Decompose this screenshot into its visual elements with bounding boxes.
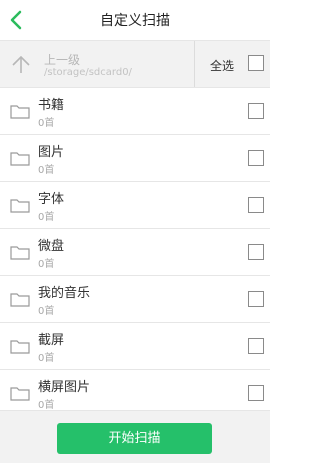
parent-label: 上一级	[44, 53, 81, 67]
arrow-up-icon	[12, 55, 30, 73]
custom-scan-screen: 自定义扫描 上一级 /storage/sdcard0/ 全选 书籍 0首 图片 …	[0, 0, 270, 463]
folder-count: 0首	[38, 118, 55, 129]
folder-icon	[10, 246, 30, 260]
folder-checkbox[interactable]	[248, 338, 264, 354]
folder-count: 0首	[38, 212, 55, 223]
folder-icon	[10, 105, 30, 119]
folder-icon	[10, 293, 30, 307]
folder-name: 字体	[38, 192, 65, 207]
folder-icon	[10, 387, 30, 401]
folder-row[interactable]: 微盘 0首	[0, 229, 270, 276]
parent-directory-row: 上一级 /storage/sdcard0/ 全选	[0, 40, 270, 88]
header-bar: 自定义扫描	[0, 0, 270, 40]
folder-checkbox[interactable]	[248, 385, 264, 401]
folder-row[interactable]: 截屏 0首	[0, 323, 270, 370]
folder-count: 0首	[38, 259, 55, 270]
start-scan-button[interactable]: 开始扫描	[57, 423, 212, 454]
folder-list: 书籍 0首 图片 0首 字体 0首 微盘 0首 我的音乐 0首 截屏 0首 横屏…	[0, 88, 270, 417]
folder-name: 书籍	[38, 98, 65, 113]
folder-count: 0首	[38, 306, 55, 317]
folder-count: 0首	[38, 165, 55, 176]
footer-bar: 开始扫描	[0, 410, 270, 463]
folder-row[interactable]: 图片 0首	[0, 135, 270, 182]
folder-count: 0首	[38, 400, 55, 411]
go-up-button[interactable]: 上一级 /storage/sdcard0/	[0, 41, 195, 87]
folder-icon	[10, 340, 30, 354]
folder-row[interactable]: 书籍 0首	[0, 88, 270, 135]
folder-icon	[10, 199, 30, 213]
folder-icon	[10, 152, 30, 166]
folder-name: 微盘	[38, 239, 65, 254]
folder-checkbox[interactable]	[248, 197, 264, 213]
folder-checkbox[interactable]	[248, 291, 264, 307]
folder-checkbox[interactable]	[248, 150, 264, 166]
folder-name: 截屏	[38, 333, 65, 348]
current-path: /storage/sdcard0/	[44, 67, 132, 78]
select-all-checkbox[interactable]	[248, 55, 264, 71]
folder-row[interactable]: 字体 0首	[0, 182, 270, 229]
folder-name: 我的音乐	[38, 286, 91, 301]
select-all-label[interactable]: 全选	[210, 57, 234, 74]
folder-row[interactable]: 我的音乐 0首	[0, 276, 270, 323]
folder-count: 0首	[38, 353, 55, 364]
folder-name: 图片	[38, 145, 65, 160]
folder-checkbox[interactable]	[248, 103, 264, 119]
folder-name: 横屏图片	[38, 380, 91, 395]
page-title: 自定义扫描	[100, 13, 170, 29]
folder-checkbox[interactable]	[248, 244, 264, 260]
